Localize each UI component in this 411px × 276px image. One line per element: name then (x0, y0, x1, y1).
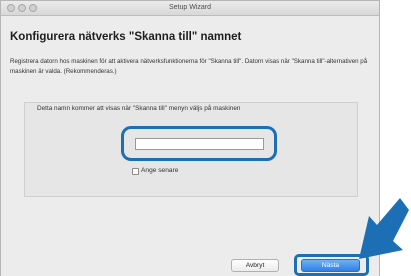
next-button[interactable]: Nästa (301, 259, 360, 272)
setup-wizard-window: Setup Wizard Konfigurera nätverks "Skann… (0, 0, 380, 276)
window-title: Setup Wizard (168, 4, 212, 11)
page-title: Konfigurera nätverks "Skanna till" namne… (10, 31, 242, 43)
cancel-button[interactable]: Avbryt (231, 259, 279, 272)
page-description: Registrera datorn hos maskinen för att a… (10, 58, 368, 75)
scan-to-name-input[interactable] (135, 138, 264, 150)
panel-caption: Detta namn kommer att visas när "Skanna … (37, 105, 241, 112)
title-bar: Setup Wizard (1, 1, 379, 16)
specify-later-checkbox[interactable] (132, 168, 139, 175)
specify-later-label: Ange senare (141, 167, 179, 174)
